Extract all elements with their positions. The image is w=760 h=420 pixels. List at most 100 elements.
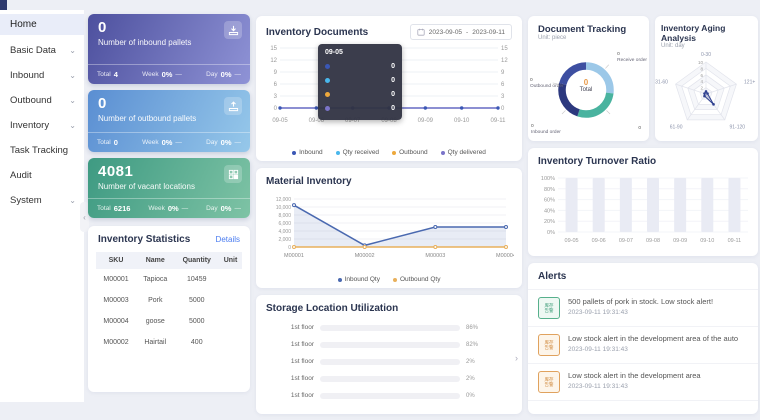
- svg-text:6: 6: [274, 82, 278, 88]
- alert-timestamp: 2023-09-11 19:31:43: [568, 346, 628, 353]
- sidebar-item-basic-data[interactable]: Basic Data ⌄: [0, 38, 84, 63]
- stat-meta-item: Total 4: [97, 70, 118, 79]
- table-header-row: SKU Name Quantity Unit: [96, 252, 242, 269]
- legend-item-outbound-qty[interactable]: Outbound Qty: [392, 276, 440, 283]
- svg-text:09-05: 09-05: [565, 238, 579, 244]
- alert-timestamp: 2023-09-11 19:31:43: [568, 309, 628, 316]
- material-inventory-panel: Material Inventory 0 2,000 4,000 6,000 8,000…: [256, 168, 522, 288]
- svg-text:09-11: 09-11: [491, 118, 507, 124]
- legend-item-inbound-qty[interactable]: Inbound Qty: [337, 276, 380, 283]
- floor-label: 1st floor: [290, 341, 314, 348]
- vacant-location-icon: [224, 165, 242, 183]
- table-cell: goose: [145, 318, 165, 325]
- utilization-percent: 2%: [466, 375, 475, 382]
- material-inventory-chart[interactable]: 0 2,000 4,000 6,000 8,000 10,000 12,000 M00001 M…: [264, 193, 514, 269]
- tooltip-row: 0: [325, 87, 395, 101]
- utilization-track: [320, 341, 460, 348]
- table-row[interactable]: M00001 Tapioca 10459: [96, 269, 242, 290]
- carousel-next-icon[interactable]: ›: [515, 353, 518, 363]
- legend-item-outbound[interactable]: Outbound: [392, 149, 428, 156]
- callout-label: Outbound order: [530, 84, 564, 89]
- sidebar-item-outbound[interactable]: Outbound ⌄: [0, 88, 84, 113]
- series-dot-icon: [325, 105, 330, 111]
- svg-text:0: 0: [288, 245, 291, 251]
- legend-item-inbound[interactable]: Inbound: [292, 149, 323, 156]
- svg-text:60%: 60%: [544, 198, 555, 204]
- svg-text:09-09: 09-09: [418, 118, 434, 124]
- utilization-percent: 86%: [466, 324, 479, 331]
- svg-text:09-06: 09-06: [592, 238, 606, 244]
- table-cell: M00004: [103, 318, 129, 325]
- alert-timestamp: 2023-09-11 19:31:43: [568, 383, 628, 390]
- stock-alert-icon: 库存 告警: [538, 334, 560, 356]
- sidebar: Home Basic Data ⌄ Inbound ⌄ Outbound ⌄ Inventor…: [0, 10, 89, 402]
- svg-text:0: 0: [274, 106, 278, 112]
- chevron-down-icon: ⌄: [69, 121, 76, 130]
- alert-item[interactable]: 库存 告警 500 pallets of pork in stock. Low st…: [528, 290, 758, 327]
- sidebar-item-label: System: [10, 195, 42, 206]
- stat-meta-value: 4: [113, 70, 118, 79]
- stat-meta-item: Total 0: [97, 138, 118, 147]
- inventory-turnover-chart[interactable]: 0% 20% 40% 60% 80% 100% 09-05 09-06 09-07 09-08 09…: [532, 170, 754, 254]
- stat-meta-label: Week: [148, 205, 165, 212]
- legend-item-qty-delivered[interactable]: Qty delivered: [440, 149, 486, 156]
- sidebar-item-label: Inbound: [10, 70, 45, 81]
- chevron-down-icon: ⌄: [69, 71, 76, 80]
- trend-dash-icon: —: [234, 71, 242, 78]
- svg-text:10,000: 10,000: [276, 205, 292, 211]
- stat-meta-value: 6216: [113, 204, 131, 213]
- donut-total-value: 0: [583, 78, 589, 87]
- inbound-pallet-icon: [224, 21, 242, 39]
- stat-meta-label: Total: [97, 139, 111, 146]
- legend-label: Qty delivered: [447, 149, 486, 156]
- donut-center: 0 Total: [562, 78, 610, 93]
- sidebar-item-task-tracking[interactable]: Task Tracking: [0, 138, 84, 163]
- table-cell: M00003: [103, 297, 129, 304]
- column-header: Quantity: [174, 252, 220, 269]
- tooltip-label: 09-05: [325, 49, 343, 56]
- column-header: SKU: [96, 252, 137, 269]
- svg-text:4,000: 4,000: [278, 229, 291, 235]
- sidebar-item-label: Outbound: [10, 95, 52, 106]
- sidebar-item-label: Audit: [10, 170, 32, 181]
- stat-meta-label: Week: [142, 71, 159, 78]
- sidebar-item-system[interactable]: System ⌄: [0, 188, 84, 213]
- date-range-picker[interactable]: 2023-09-05 - 2023-09-11: [409, 24, 512, 40]
- alert-item[interactable]: 库存 告警 Low stock alert in the development a…: [528, 327, 758, 364]
- stat-value: 0: [98, 19, 107, 36]
- document-tracking-panel: Document Tracking Unit: piece 0 Total 0R…: [528, 16, 649, 141]
- utilization-percent: 2%: [466, 358, 475, 365]
- stat-meta: Total 0 Week 0% — Day 0% —: [88, 132, 250, 152]
- chevron-down-icon: ⌄: [69, 46, 76, 55]
- svg-text:0%: 0%: [547, 230, 555, 236]
- stat-meta-item: Week 0% —: [142, 70, 182, 79]
- storage-utilization-panel: Storage Location Utilization 1st floor 86…: [256, 295, 522, 414]
- details-link[interactable]: Details: [216, 235, 240, 244]
- sidebar-item-label: Inventory: [10, 120, 50, 131]
- table-row[interactable]: M00002 Hairtail 400: [96, 332, 242, 353]
- trend-dash-icon: —: [175, 139, 182, 146]
- inventory-documents-panel: Inventory Documents 2023-09-05 - 2023-09…: [256, 16, 522, 161]
- tooltip-value: 0: [391, 90, 395, 98]
- svg-text:M00003: M00003: [425, 253, 445, 259]
- stat-meta-value: 0: [113, 138, 118, 147]
- inventory-aging-panel: Inventory Aging Analysis Unit: day 24681…: [655, 16, 758, 141]
- sidebar-item-home[interactable]: Home: [0, 14, 84, 35]
- inventory-aging-chart[interactable]: 2468100-30121+91-12061-9031-60: [655, 42, 758, 138]
- legend-dot-icon: [392, 150, 397, 155]
- svg-text:09-07: 09-07: [619, 238, 633, 244]
- svg-text:8,000: 8,000: [278, 213, 291, 219]
- stock-alert-icon: 库存 告警: [538, 297, 560, 319]
- alert-item[interactable]: 库存 告警 Low stock alert in the development a…: [528, 364, 758, 401]
- sidebar-item-inventory[interactable]: Inventory ⌄: [0, 113, 84, 138]
- chevron-down-icon: ⌄: [69, 196, 76, 205]
- sidebar-item-inbound[interactable]: Inbound ⌄: [0, 63, 84, 88]
- stat-meta: Total 6216 Week 0% — Day 0% —: [88, 198, 250, 218]
- table-row[interactable]: M00004 goose 5000: [96, 311, 242, 332]
- trend-dash-icon: —: [181, 205, 189, 212]
- table-row[interactable]: M00003 Pork 5000: [96, 290, 242, 311]
- stat-meta-value: 0%: [167, 204, 179, 213]
- sidebar-item-audit[interactable]: Audit: [0, 163, 84, 188]
- utilization-track: [320, 375, 460, 382]
- legend-item-qty-received[interactable]: Qty received: [335, 149, 379, 156]
